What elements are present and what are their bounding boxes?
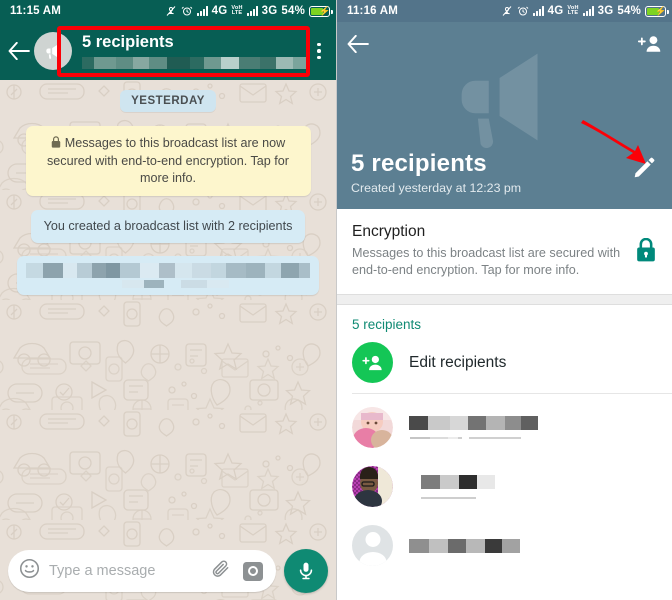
broadcast-info-hero: 5 recipients Created yesterday at 12:23 … <box>337 22 672 209</box>
lock-icon <box>635 237 657 267</box>
redacted-text-line-2 <box>26 280 310 288</box>
avatar[interactable] <box>34 32 72 70</box>
recipients-section-label: 5 recipients <box>337 305 672 332</box>
list-item[interactable] <box>337 513 672 566</box>
header-text-block: 5 recipients <box>82 33 309 69</box>
signal-bars-icon-right <box>532 6 544 16</box>
lock-icon <box>51 136 61 153</box>
edit-recipients-row[interactable]: Edit recipients <box>337 332 672 393</box>
chat-message-area[interactable]: YESTERDAY Messages to this broadcast lis… <box>0 80 336 600</box>
redacted-message-bubble[interactable] <box>17 256 319 295</box>
network-type-label-2: 3G <box>261 5 278 17</box>
dual-screenshot-comparison: 11:15 AM 4G VoH LTE 3G 54% ⚡ 5 recipient… <box>0 0 672 600</box>
network-type-label: 4G <box>211 5 228 17</box>
alarm-clock-icon <box>181 5 193 17</box>
hero-text-block: 5 recipients Created yesterday at 12:23 … <box>351 150 521 195</box>
volte-icon: VoH LTE <box>231 5 243 17</box>
encryption-description: Messages to this broadcast list are secu… <box>352 246 621 277</box>
page-title-right: 5 recipients <box>351 150 487 177</box>
megaphone-icon <box>461 53 537 149</box>
alarm-clock-icon-right <box>517 5 529 17</box>
network-type-label-right: 4G <box>547 5 564 17</box>
encryption-notice-text: Messages to this broadcast list are now … <box>47 136 289 185</box>
volte-bottom: LTE <box>231 10 243 16</box>
encryption-notice-bubble[interactable]: Messages to this broadcast list are now … <box>25 126 311 196</box>
date-divider: YESTERDAY <box>120 90 216 112</box>
overflow-menu-icon[interactable] <box>308 42 330 60</box>
add-person-icon <box>352 342 393 383</box>
paperclip-icon[interactable] <box>211 559 231 584</box>
redacted-recipient-names <box>82 57 309 69</box>
left-panel-broadcast-chat: 11:15 AM 4G VoH LTE 3G 54% ⚡ 5 recipient… <box>0 0 336 600</box>
battery-percent-label: 54% <box>281 5 305 17</box>
encryption-section[interactable]: Encryption Messages to this broadcast li… <box>337 209 672 294</box>
avatar <box>352 466 393 507</box>
created-timestamp: Created yesterday at 12:23 pm <box>351 181 522 195</box>
redacted-contact-name <box>409 538 657 553</box>
microphone-icon[interactable] <box>284 549 328 593</box>
default-person-avatar-icon <box>352 525 393 566</box>
camera-icon[interactable] <box>243 561 263 581</box>
redacted-contact-status <box>409 437 657 439</box>
battery-percent-label-right: 54% <box>617 5 641 17</box>
bell-muted-icon-right <box>501 5 513 17</box>
redacted-contact-status <box>421 496 657 499</box>
search-input[interactable]: Type a message <box>49 563 211 579</box>
emoji-smiley-icon[interactable] <box>19 558 40 584</box>
volte-bottom-right: LTE <box>567 10 579 16</box>
redacted-contact-name <box>409 474 657 499</box>
page-title: 5 recipients <box>82 33 174 51</box>
redacted-contact-name <box>409 416 657 439</box>
section-divider <box>337 294 672 305</box>
status-bar-time: 11:15 AM <box>10 5 62 17</box>
back-arrow-icon[interactable] <box>6 38 32 64</box>
signal-bars-icon <box>196 6 208 16</box>
back-arrow-icon[interactable] <box>347 34 369 58</box>
system-message-bubble[interactable]: You created a broadcast list with 2 reci… <box>30 210 306 243</box>
encryption-title: Encryption <box>352 223 426 240</box>
right-panel-broadcast-info: 11:16 AM 4G VoH LTE 3G 54% ⚡ 5 recipient… <box>336 0 672 600</box>
message-composer: Type a message <box>0 542 336 600</box>
volte-icon-right: VoH LTE <box>567 5 579 17</box>
pencil-edit-icon[interactable] <box>632 156 656 185</box>
chat-header-bar: 5 recipients <box>0 22 336 80</box>
status-bar-left: 11:15 AM 4G VoH LTE 3G 54% ⚡ <box>0 0 336 22</box>
bell-muted-icon <box>165 5 177 17</box>
message-list: YESTERDAY Messages to this broadcast lis… <box>0 80 336 295</box>
battery-charging-icon-right: ⚡ <box>645 5 669 17</box>
status-bar-time-right: 11:16 AM <box>347 5 399 17</box>
message-input-pill[interactable]: Type a message <box>8 550 276 592</box>
add-person-icon[interactable] <box>637 34 662 59</box>
status-bar-right: 11:16 AM 4G VoH LTE 3G 54% ⚡ <box>337 0 672 22</box>
list-item[interactable] <box>337 394 672 454</box>
redacted-text-line <box>26 263 311 278</box>
signal-bars-icon-2 <box>246 6 258 16</box>
signal-bars-icon-right-2 <box>582 6 594 16</box>
battery-charging-icon: ⚡ <box>309 5 333 17</box>
network-type-label-right-2: 3G <box>597 5 614 17</box>
list-item[interactable] <box>337 454 672 513</box>
edit-recipients-label: Edit recipients <box>409 353 507 371</box>
avatar <box>352 407 393 448</box>
